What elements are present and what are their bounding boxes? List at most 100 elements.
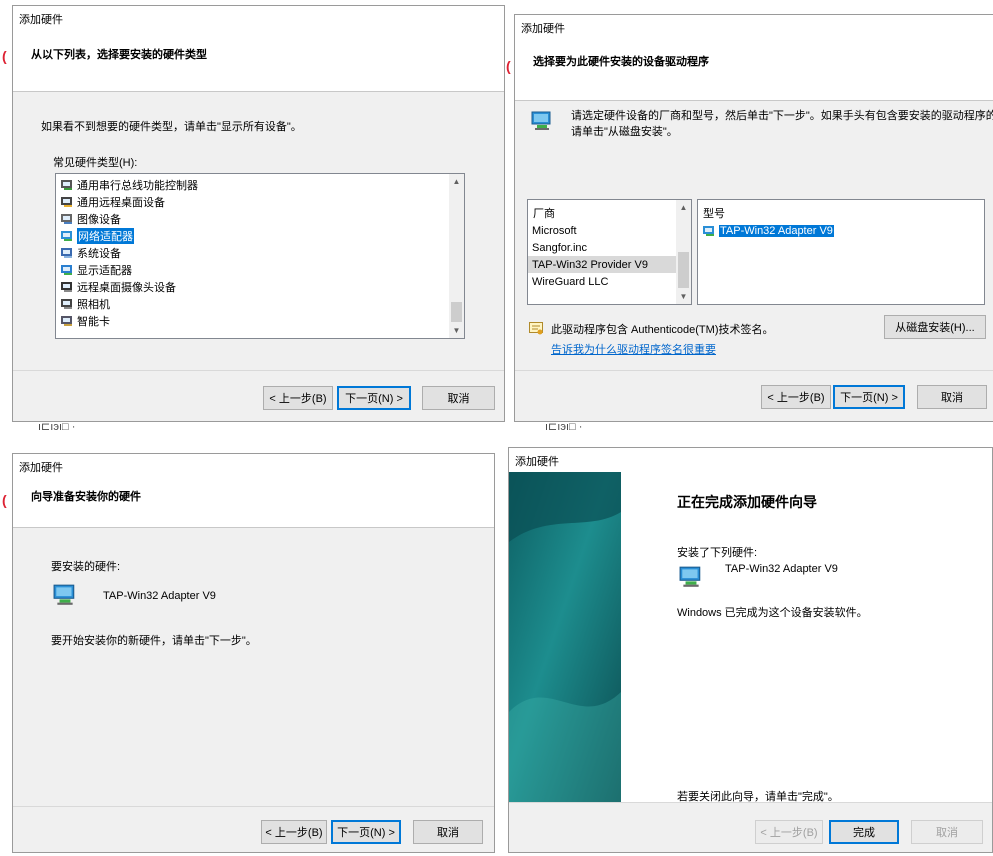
hardware-type-list[interactable]: 通用串行总线功能控制器 通用远程桌面设备 图像设备 网络适配器系统设备显示适配器远程桌… [55,173,465,339]
back-button[interactable]: < 上一步(B) [761,385,831,409]
header-title: 向导准备安装你的硬件 [31,491,141,503]
manufacturer-item[interactable]: Microsoft [528,222,676,239]
completion-heading: 正在完成添加硬件向导 [677,494,817,510]
device-name: TAP-Win32 Adapter V9 [725,563,838,575]
back-button[interactable]: < 上一步(B) [263,386,333,410]
network-adapter-icon [702,225,716,237]
footer-separator [515,370,993,371]
list-item-label: 网络适配器 [77,227,134,244]
scroll-up-arrow-icon[interactable]: ▲ [676,200,691,215]
instruction-line-2: 请单击"从磁盘安装"。 [571,126,678,138]
add-hardware-dialog-ready: 添加硬件 向导准备安装你的硬件 要安装的硬件: TAP-Win32 Adapte… [12,453,495,853]
model-header: 型号 [703,208,725,220]
wizard-banner-image [509,472,621,802]
network-adapter-icon [531,111,551,130]
network-adapter-icon [679,566,701,587]
wizard-header: 向导准备安装你的硬件 [13,476,494,528]
installed-label: 安装了下列硬件: [677,547,758,559]
add-hardware-dialog-driver: 添加硬件 选择要为此硬件安装的设备驱动程序 请选定硬件设备的厂商和型号，然后单击… [514,14,993,422]
vertical-scrollbar[interactable]: ▲ ▼ [676,200,691,304]
imaging-device-icon [60,213,74,225]
driver-signing-link[interactable]: 告诉我为什么驱动程序签名很重要 [551,341,716,357]
model-list[interactable]: 型号 TAP-Win32 Adapter V9 [697,199,985,305]
cancel-button[interactable]: 取消 [413,820,483,844]
list-item-label: 智能卡 [77,315,110,328]
wizard-header: 从以下列表，选择要安装的硬件类型 [13,28,504,92]
list-item[interactable]: 通用远程桌面设备 [56,193,449,210]
window-title: 添加硬件 [515,15,993,37]
list-item-label: 通用串行总线功能控制器 [77,179,198,192]
list-item[interactable]: 显示适配器 [56,261,449,278]
header-title: 选择要为此硬件安装的设备驱动程序 [533,56,709,68]
network-adapter-icon [53,584,75,605]
list-item-label: 显示适配器 [77,264,132,277]
list-item-label: 系统设备 [77,247,121,260]
remote-desktop-device-icon [60,196,74,208]
instruction-text: 如果看不到想要的硬件类型，请单击"显示所有设备"。 [41,121,302,133]
model-item[interactable]: TAP-Win32 Adapter V9 [698,222,984,239]
manufacturer-header: 厂商 [533,208,555,220]
manufacturer-item-label: Sangfor.inc [532,241,588,254]
background-red-fragment: ( [2,492,7,508]
list-item[interactable]: 远程桌面摄像头设备 [56,278,449,295]
manufacturer-list[interactable]: 厂商 Microsoft Sangfor.inc TAP-Win32 Provide… [527,199,692,305]
list-label: 常见硬件类型(H): [53,157,138,169]
start-install-text: 要开始安装你的新硬件，请单击"下一步"。 [51,635,257,647]
scroll-thumb[interactable] [451,302,462,322]
usb-controller-icon [60,179,74,191]
cancel-button[interactable]: 取消 [422,386,495,410]
next-button[interactable]: 下一页(N) > [833,385,905,409]
add-hardware-dialog-type: 添加硬件 从以下列表，选择要安装的硬件类型 如果看不到想要的硬件类型，请单击"显… [12,5,505,422]
install-done-text: Windows 已完成为这个设备安装软件。 [677,607,868,619]
manufacturer-item[interactable]: WireGuard LLC [528,273,676,290]
cancel-button[interactable]: 取消 [911,820,983,844]
cancel-button[interactable]: 取消 [917,385,987,409]
background-red-fragment: ( [506,58,511,74]
manufacturer-item[interactable]: TAP-Win32 Provider V9 [528,256,676,273]
list-item-label: 图像设备 [77,213,121,226]
display-adapter-icon [60,264,74,276]
manufacturer-item[interactable]: Sangfor.inc [528,239,676,256]
list-item-label: 照相机 [77,298,110,311]
list-item[interactable]: 系统设备 [56,244,449,261]
have-disk-button[interactable]: 从磁盘安装(H)... [884,315,986,339]
list-item[interactable]: 智能卡 [56,312,449,329]
scroll-thumb[interactable] [678,252,689,288]
background-text-fragment: ı⊏ıэı□ · [545,421,583,433]
model-item-label: TAP-Win32 Adapter V9 [719,224,834,237]
device-name: TAP-Win32 Adapter V9 [103,590,216,602]
next-button[interactable]: 下一页(N) > [337,386,411,410]
back-button[interactable]: < 上一步(B) [261,820,327,844]
list-item-label: 通用远程桌面设备 [77,196,165,209]
footer-separator [13,806,494,807]
camera-icon [60,298,74,310]
background-text-fragment: ı⊏ıэı□ · [38,421,76,433]
next-button[interactable]: 下一页(N) > [331,820,401,844]
wizard-header: 选择要为此硬件安装的设备驱动程序 [515,37,993,101]
list-item[interactable]: 网络适配器 [56,227,449,244]
list-item[interactable]: 图像设备 [56,210,449,227]
finish-button[interactable]: 完成 [829,820,899,844]
scroll-down-arrow-icon[interactable]: ▼ [449,323,464,338]
window-title: 添加硬件 [509,448,992,472]
signed-driver-text: 此驱动程序包含 Authenticode(TM)技术签名。 [551,324,774,336]
back-button[interactable]: < 上一步(B) [755,820,823,844]
footer-separator [509,802,992,803]
to-install-label: 要安装的硬件: [51,561,121,573]
signed-driver-icon [529,322,543,335]
manufacturer-item-label: Microsoft [532,224,577,237]
manufacturer-item-label: WireGuard LLC [532,275,609,288]
list-item[interactable]: 通用串行总线功能控制器 [56,176,449,193]
instruction-line-1: 请选定硬件设备的厂商和型号，然后单击"下一步"。如果手头有包含要安装的驱动程序的… [571,110,993,122]
remote-camera-icon [60,281,74,293]
list-item[interactable]: 照相机 [56,295,449,312]
system-device-icon [60,247,74,259]
footer-separator [13,370,504,371]
add-hardware-dialog-complete: 添加硬件 正在完成添加硬件向导 安装了下列硬件: TAP-Win32 Adapt… [508,447,993,853]
vertical-scrollbar[interactable]: ▲ ▼ [449,174,464,338]
list-item-label: 远程桌面摄像头设备 [77,281,176,294]
scroll-up-arrow-icon[interactable]: ▲ [449,174,464,189]
scroll-down-arrow-icon[interactable]: ▼ [676,289,691,304]
manufacturer-item-label: TAP-Win32 Provider V9 [532,258,648,271]
window-title: 添加硬件 [13,6,504,28]
